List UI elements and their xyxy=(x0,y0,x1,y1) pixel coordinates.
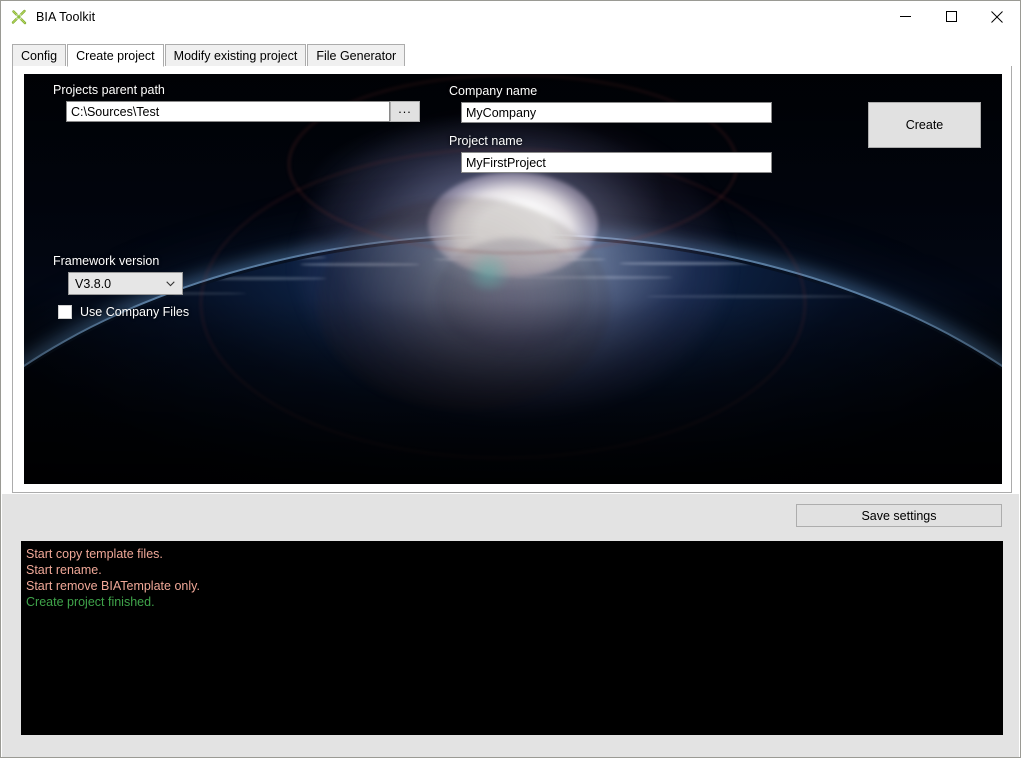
tab-label: Config xyxy=(21,48,58,63)
tab-config[interactable]: Config xyxy=(12,44,67,66)
save-settings-button[interactable]: Save settings xyxy=(796,504,1002,527)
project-name-label: Project name xyxy=(449,134,523,148)
tab-bar: Config Create project Modify existing pr… xyxy=(12,44,1012,67)
framework-version-value: V3.8.0 xyxy=(75,276,112,291)
use-company-files-label: Use Company Files xyxy=(80,305,190,319)
create-button-label: Create xyxy=(905,118,944,132)
log-line: Start remove BIATemplate only. xyxy=(26,579,200,593)
log-line: Create project finished. xyxy=(26,595,155,609)
close-button[interactable] xyxy=(974,1,1020,32)
tab-label: Create project xyxy=(76,48,155,63)
log-line: Start rename. xyxy=(26,563,102,577)
log-console[interactable]: Start copy template files. Start rename.… xyxy=(21,541,1003,735)
app-window: BIA Toolkit Config Create project Modify… xyxy=(0,0,1021,758)
title-bar: BIA Toolkit xyxy=(1,1,1020,32)
framework-version-select[interactable]: V3.8.0 xyxy=(68,272,183,295)
projects-parent-path-input[interactable] xyxy=(66,101,390,122)
minimize-icon xyxy=(899,16,911,17)
tab-create-project[interactable]: Create project xyxy=(67,44,164,67)
window-controls xyxy=(882,1,1020,32)
browse-button-label: ... xyxy=(398,102,412,116)
chevron-down-icon xyxy=(166,280,175,286)
browse-path-button[interactable]: ... xyxy=(390,101,420,122)
framework-version-label: Framework version xyxy=(53,254,160,268)
window-title: BIA Toolkit xyxy=(36,9,96,24)
maximize-button[interactable] xyxy=(928,1,974,32)
create-button[interactable]: Create xyxy=(868,102,981,148)
tab-modify-existing-project[interactable]: Modify existing project xyxy=(164,44,307,66)
use-company-files-checkbox-row[interactable]: Use Company Files xyxy=(58,305,189,319)
project-name-input[interactable] xyxy=(461,152,772,173)
close-icon xyxy=(991,10,1003,23)
tab-label: File Generator xyxy=(316,48,397,63)
company-name-label: Company name xyxy=(449,84,538,98)
maximize-icon xyxy=(945,11,957,22)
projects-parent-path-label: Projects parent path xyxy=(53,83,165,97)
background-image-panel: Projects parent path ... Company name Pr… xyxy=(24,74,1002,484)
log-line: Start copy template files. xyxy=(26,547,163,561)
use-company-files-checkbox[interactable] xyxy=(58,305,72,319)
footer-panel: Save settings Start copy template files.… xyxy=(2,494,1019,757)
tab-content-create-project: Projects parent path ... Company name Pr… xyxy=(12,66,1012,493)
save-settings-label: Save settings xyxy=(861,508,937,523)
crossed-tools-icon xyxy=(11,9,27,24)
tab-label: Modify existing project xyxy=(173,48,298,63)
company-name-input[interactable] xyxy=(461,102,772,123)
tab-file-generator[interactable]: File Generator xyxy=(307,44,406,66)
minimize-button[interactable] xyxy=(882,1,928,32)
